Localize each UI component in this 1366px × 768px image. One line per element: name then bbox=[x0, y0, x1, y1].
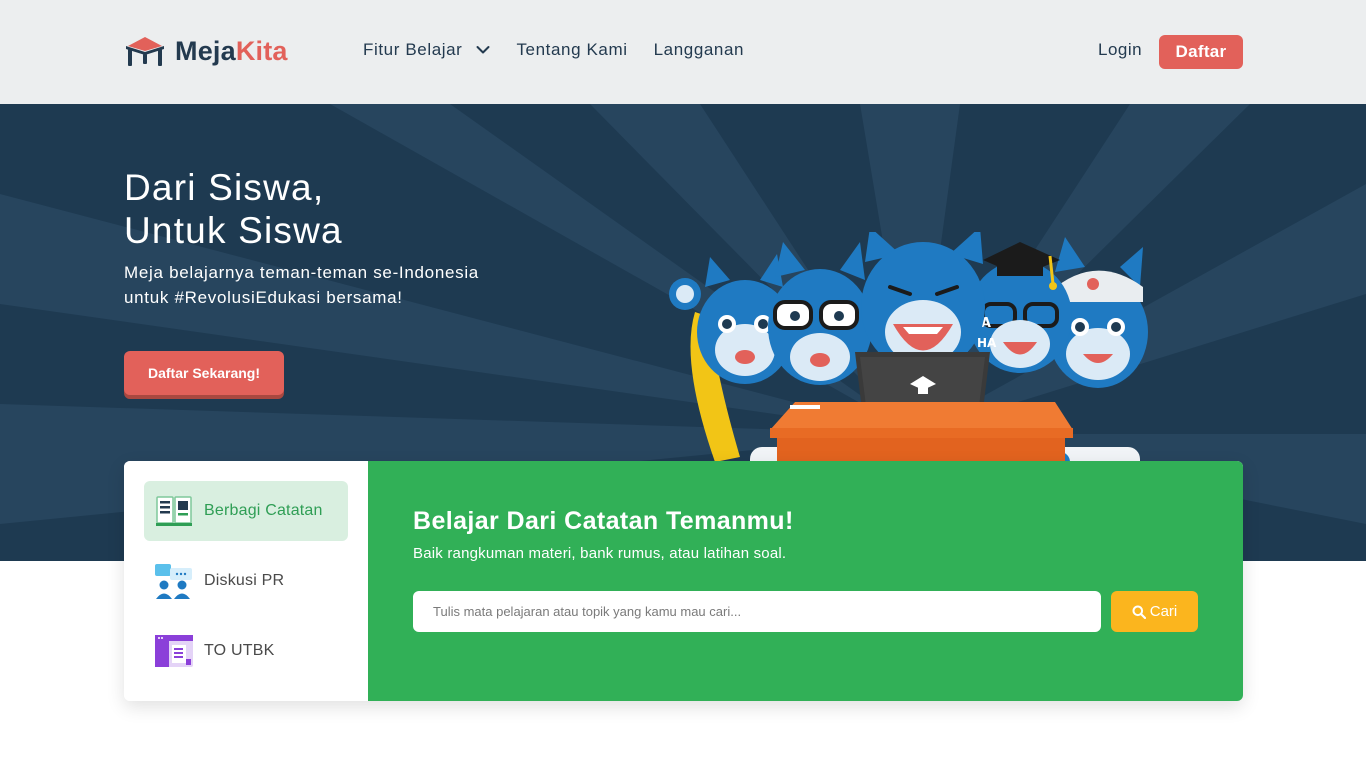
nav-langganan-label: Langganan bbox=[653, 40, 745, 59]
brand-name-part2: Kita bbox=[235, 35, 288, 66]
navbar: MejaKita Fitur Belajar Tentang Kami Lang… bbox=[0, 0, 1366, 104]
tab-berbagi-catatan-label: Berbagi Catatan bbox=[204, 502, 323, 519]
feature-content-subtitle: Baik rangkuman materi, bank rumus, atau … bbox=[413, 545, 787, 562]
hero-title-line1: Dari Siswa, bbox=[124, 167, 325, 208]
svg-text:HA: HA bbox=[977, 336, 997, 350]
discussion-people-icon bbox=[155, 564, 192, 599]
chevron-down-icon bbox=[476, 46, 490, 54]
tab-berbagi-catatan[interactable]: Berbagi Catatan bbox=[144, 481, 348, 541]
desk-logo-icon bbox=[126, 37, 164, 66]
feature-card: Berbagi Catatan Diskusi PR TO UTBK Belaj… bbox=[124, 461, 1243, 701]
feature-content-panel: Belajar Dari Catatan Temanmu! Baik rangk… bbox=[368, 461, 1243, 701]
feature-content-title: Belajar Dari Catatan Temanmu! bbox=[413, 507, 794, 535]
nav-fitur-belajar-label: Fitur Belajar bbox=[363, 40, 463, 59]
exam-window-icon bbox=[155, 635, 193, 667]
search-input[interactable] bbox=[413, 591, 1101, 632]
nav-tentang-kami[interactable]: Tentang Kami bbox=[516, 40, 627, 60]
nav-fitur-belajar[interactable]: Fitur Belajar bbox=[363, 40, 490, 60]
search-button-label: Cari bbox=[1149, 603, 1178, 620]
hero-subtitle-line2: untuk #RevolusiEdukasi bersama! bbox=[124, 288, 403, 307]
brand-name: MejaKita bbox=[175, 36, 288, 67]
register-now-button[interactable]: Daftar Sekarang! bbox=[124, 351, 284, 395]
notes-book-icon bbox=[156, 496, 192, 526]
feature-tabs: Berbagi Catatan Diskusi PR TO UTBK bbox=[124, 461, 368, 701]
search-icon bbox=[1132, 605, 1146, 619]
login-link[interactable]: Login bbox=[1098, 40, 1142, 60]
brand-name-part1: Meja bbox=[175, 35, 236, 66]
main-nav: Fitur Belajar Tentang Kami Langganan bbox=[363, 40, 744, 60]
hero-subtitle: Meja belajarnya teman-teman se-Indonesia… bbox=[124, 260, 554, 310]
nav-langganan[interactable]: Langganan bbox=[654, 40, 745, 60]
search-button[interactable]: Cari bbox=[1111, 591, 1198, 632]
brand-logo[interactable]: MejaKita bbox=[124, 34, 288, 68]
signup-button[interactable]: Daftar bbox=[1159, 35, 1243, 69]
nav-tentang-kami-label: Tentang Kami bbox=[516, 40, 628, 59]
hero-title-line2: Untuk Siswa bbox=[124, 210, 343, 251]
hero-subtitle-line1: Meja belajarnya teman-teman se-Indonesia bbox=[124, 263, 479, 282]
tab-diskusi-pr[interactable]: Diskusi PR bbox=[144, 551, 348, 611]
hero-title: Dari Siswa, Untuk Siswa bbox=[124, 166, 343, 252]
tab-to-utbk[interactable]: TO UTBK bbox=[144, 621, 348, 681]
tab-diskusi-pr-label: Diskusi PR bbox=[204, 572, 285, 589]
tab-to-utbk-label: TO UTBK bbox=[204, 642, 275, 659]
